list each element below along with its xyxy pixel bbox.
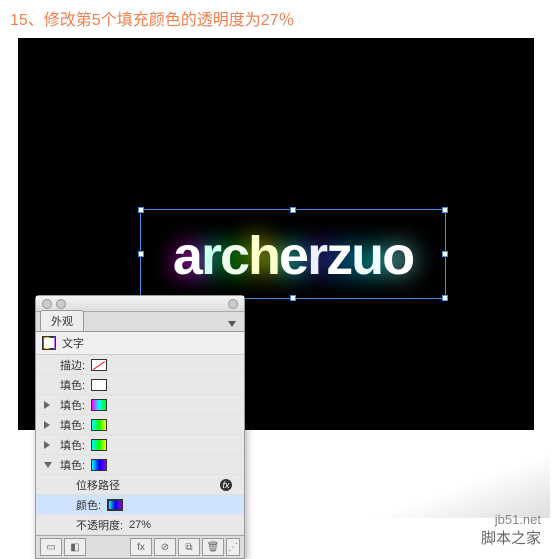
panel-menu-icon[interactable] [228,321,236,327]
fill-label: 填色: [60,417,85,433]
watermark: jb51.net 脚本之家 [481,512,541,548]
new-stroke-button[interactable]: ▭ [40,538,62,556]
selection-bounds[interactable] [140,209,446,299]
fill-label: 填色: [60,457,85,473]
appearance-panel: 外观 文字 描边: 填色: 填色: 填色: 填色: 填色: 位移路径 fx 颜色… [35,295,245,559]
stroke-label: 描边: [60,357,85,373]
object-thumbnail-icon [42,336,56,350]
fill-swatch-gradient[interactable] [91,399,107,411]
fx-button[interactable]: fx [130,538,152,556]
step-caption: 15、修改第5个填充颜色的透明度为27％ [0,0,551,38]
resize-grip-icon[interactable]: ⋰ [226,538,240,556]
close-icon[interactable] [42,299,52,309]
expand-icon[interactable] [44,401,50,409]
duplicate-button[interactable]: ⧉ [178,538,200,556]
new-fill-button[interactable]: ◧ [64,538,86,556]
expand-icon[interactable] [44,441,50,449]
fill-row-4[interactable]: 填色: [36,435,244,455]
color-swatch[interactable] [107,499,123,511]
tab-appearance[interactable]: 外观 [40,310,84,331]
clear-button[interactable]: ⊘ [154,538,176,556]
opacity-value: 27% [129,519,151,531]
panel-footer: ▭ ◧ fx ⊘ ⧉ 🗑 ⋰ [36,535,244,558]
fx-icon[interactable]: fx [220,479,232,491]
expand-icon[interactable] [44,421,50,429]
offset-path-row[interactable]: 位移路径 fx [36,475,244,495]
fill-swatch-gradient[interactable] [91,459,107,471]
fill-label: 填色: [60,437,85,453]
fill-swatch-white[interactable] [91,379,107,391]
object-type-label: 文字 [62,335,84,351]
delete-button[interactable]: 🗑 [202,538,224,556]
object-type-row[interactable]: 文字 [36,332,244,355]
fill-row-2[interactable]: 填色: [36,395,244,415]
decorative-shape [347,430,550,518]
opacity-label: 不透明度: [76,517,123,533]
fill-swatch-gradient[interactable] [91,439,107,451]
fill-swatch-gradient[interactable] [91,419,107,431]
fill-row-5[interactable]: 填色: [36,455,244,475]
minimize-icon[interactable] [56,299,66,309]
opacity-row[interactable]: 不透明度: 27% [36,515,244,535]
fill-row-3[interactable]: 填色: [36,415,244,435]
watermark-site: jb51.net [481,512,541,529]
color-row[interactable]: 颜色: [36,495,244,515]
collapse-icon[interactable] [228,299,238,309]
offset-path-label: 位移路径 [76,477,120,493]
fill-row-1[interactable]: 填色: [36,375,244,395]
fill-label: 填色: [60,377,85,393]
collapse-icon[interactable] [44,462,52,468]
stroke-swatch-none[interactable] [91,359,107,371]
fill-label: 填色: [60,397,85,413]
color-label: 颜色: [76,497,101,513]
watermark-name: 脚本之家 [481,529,541,549]
stroke-row[interactable]: 描边: [36,355,244,375]
